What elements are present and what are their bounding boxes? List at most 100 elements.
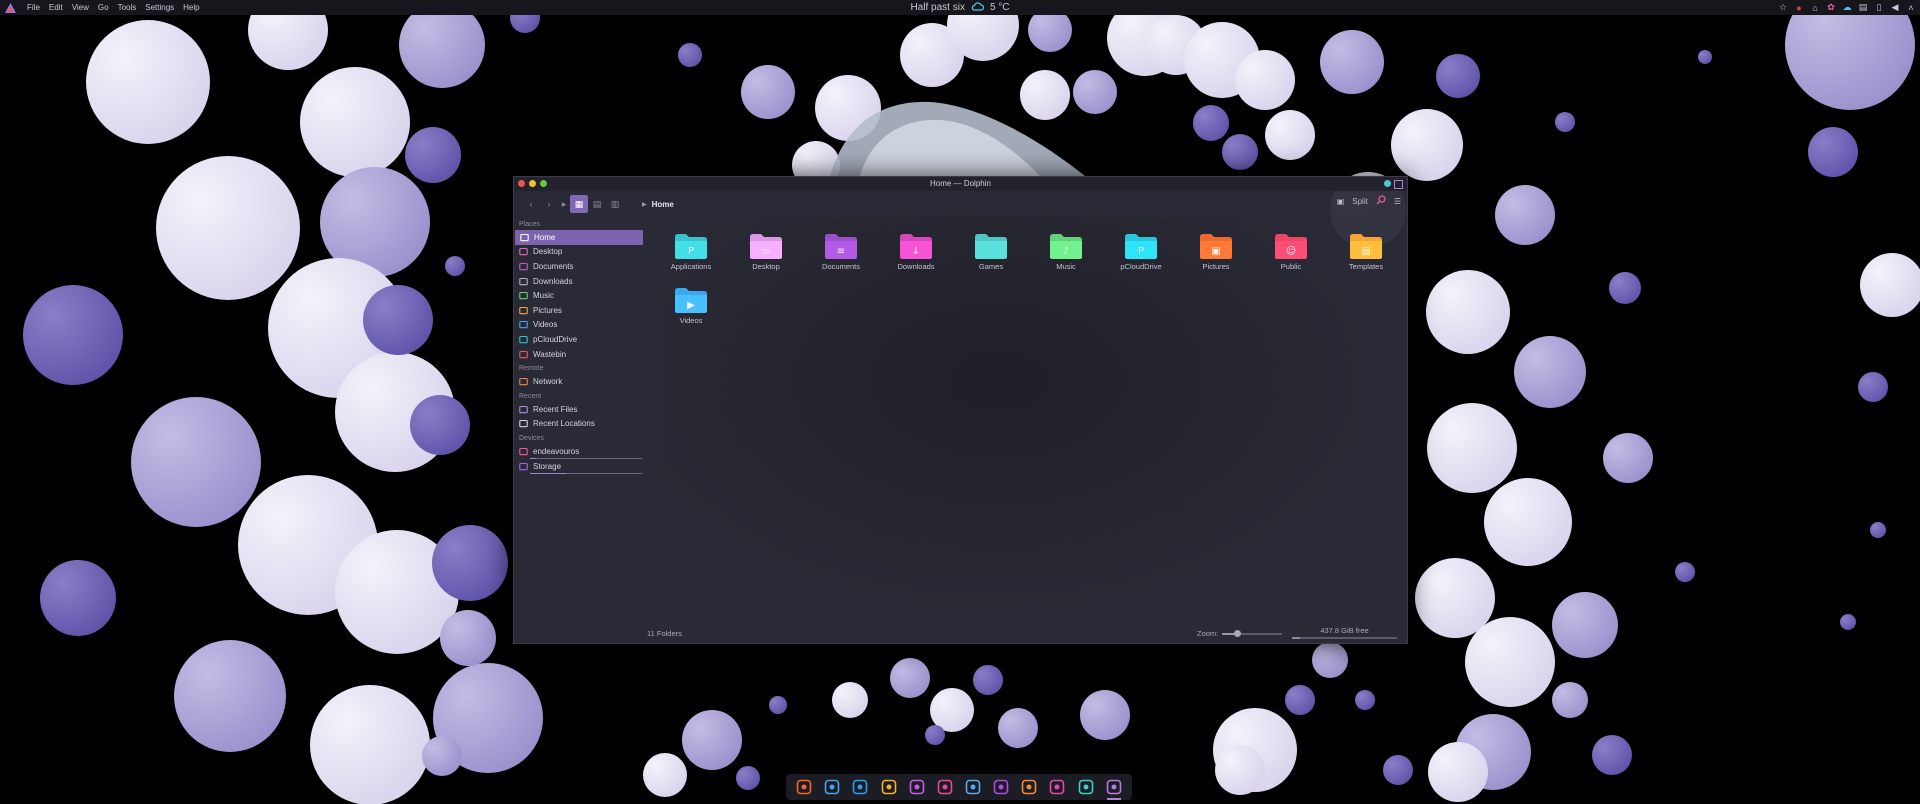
- folder-games-icon: [975, 234, 1007, 259]
- home-icon: [520, 233, 529, 242]
- svg-text:▤: ▤: [1361, 246, 1370, 257]
- battery-icon[interactable]: ▯: [1874, 2, 1884, 13]
- shield-icon[interactable]: [963, 777, 983, 797]
- video-editor-icon[interactable]: [991, 777, 1011, 797]
- drive-icon: [519, 447, 528, 456]
- videos-icon: [519, 320, 528, 329]
- folder-applications[interactable]: P Applications: [657, 232, 725, 271]
- sidebar-item-home[interactable]: Home: [515, 230, 643, 245]
- sidebar-item-pclouddrive[interactable]: pCloudDrive: [514, 332, 645, 347]
- keep-above-button[interactable]: [1384, 180, 1391, 187]
- folder-templates[interactable]: ▤ Templates: [1332, 232, 1400, 271]
- sidebar-item-desktop[interactable]: Desktop: [514, 245, 645, 260]
- sidebar-item-label: Documents: [533, 261, 574, 271]
- sidebar-section-remote: Remote: [519, 365, 544, 373]
- menu-go[interactable]: Go: [98, 3, 109, 12]
- compact-view-button[interactable]: ▤: [588, 195, 606, 213]
- preview-toggle-icon[interactable]: ▣: [1337, 197, 1345, 206]
- sidebar-item-label: Desktop: [533, 247, 563, 257]
- folder-games[interactable]: Games: [957, 232, 1025, 271]
- svg-text:≡: ≡: [837, 246, 845, 257]
- menu-file[interactable]: File: [27, 3, 40, 12]
- folder-label: Public: [1280, 262, 1302, 271]
- sidebar-item-pictures[interactable]: Pictures: [514, 303, 645, 318]
- sidebar-item-label: Recent Files: [533, 404, 578, 414]
- folder-desktop[interactable]: ▭ Desktop: [732, 232, 800, 271]
- sidebar-item-endeavouros[interactable]: endeavouros: [514, 444, 645, 459]
- folder-downloads[interactable]: ↓ Downloads: [882, 232, 950, 271]
- weather-temperature[interactable]: 5 °C: [990, 2, 1010, 13]
- firefox-icon[interactable]: [794, 777, 814, 797]
- git-icon[interactable]: [907, 777, 927, 797]
- recent-locations-icon: [519, 419, 528, 428]
- files-icon[interactable]: [1104, 777, 1124, 800]
- folder-pictures[interactable]: ▣ Pictures: [1182, 232, 1250, 271]
- settings-icon[interactable]: [1076, 777, 1096, 797]
- update-icon[interactable]: ⌂: [1810, 3, 1820, 13]
- folder-documents[interactable]: ≡ Documents: [807, 232, 875, 271]
- zoom-slider-handle[interactable]: [1234, 629, 1242, 637]
- icons-view-button[interactable]: ▦: [570, 195, 588, 213]
- menu-settings[interactable]: Settings: [145, 3, 174, 12]
- sidebar-item-recent-locations[interactable]: Recent Locations: [514, 417, 645, 432]
- clipboard-icon[interactable]: ▤: [1858, 2, 1868, 13]
- folder-downloads-icon: ↓: [900, 234, 932, 259]
- sidebar-item-label: Storage: [533, 462, 562, 472]
- folder-videos[interactable]: ▶ Videos: [657, 286, 725, 325]
- forward-button[interactable]: ›: [540, 195, 558, 213]
- pictures-icon: [519, 306, 528, 315]
- split-button[interactable]: Split: [1352, 197, 1368, 206]
- free-space-indicator[interactable]: 437.8 GiB free: [1292, 626, 1397, 639]
- pcloud-tray-icon[interactable]: ☁: [1842, 2, 1852, 13]
- documents-icon: [519, 262, 528, 271]
- menu-edit[interactable]: Edit: [49, 3, 63, 12]
- color-picker-icon[interactable]: ✿: [1826, 2, 1836, 13]
- sidebar-item-label: pCloudDrive: [533, 334, 578, 344]
- hamburger-menu-icon[interactable]: ☰: [1394, 197, 1401, 206]
- zoom-slider[interactable]: [1222, 629, 1283, 637]
- folder-label: Downloads: [897, 262, 935, 271]
- pcloud-icon: [519, 335, 528, 344]
- dock: [786, 774, 1132, 800]
- sidebar-item-label: Pictures: [533, 305, 562, 315]
- details-view-button[interactable]: ▥: [606, 195, 624, 213]
- folder-pclouddrive[interactable]: P pCloudDrive: [1107, 232, 1175, 271]
- volume-icon[interactable]: ◀: [1890, 2, 1900, 13]
- sidebar-item-wastebin[interactable]: Wastebin: [514, 347, 645, 362]
- toolbar: ‹ › ▸ ▦ ▤ ▥ ▶ Home ▣ Split ☰: [514, 191, 1407, 217]
- top-panel: File Edit View Go Tools Settings Help Ha…: [0, 0, 1920, 15]
- sidebar-item-storage[interactable]: Storage: [514, 459, 645, 474]
- free-space-text: 437.8 GiB free: [1320, 626, 1369, 635]
- chat-icon[interactable]: [1019, 777, 1039, 797]
- expand-tray-icon[interactable]: ˄: [1906, 3, 1916, 13]
- sidebar-item-network[interactable]: Network: [514, 374, 645, 389]
- window-menu-button[interactable]: [1394, 180, 1403, 189]
- breadcrumb-arrow-icon: ▶: [642, 201, 647, 208]
- menu-view[interactable]: View: [72, 3, 89, 12]
- folder-music[interactable]: ♪ Music: [1032, 232, 1100, 271]
- clock-widget: Half past six 5 °C: [0, 0, 1920, 15]
- sidebar-item-recent-files[interactable]: Recent Files: [514, 402, 645, 417]
- breadcrumb-home[interactable]: Home: [652, 200, 674, 209]
- telegram-icon[interactable]: [850, 777, 870, 797]
- up-button[interactable]: ▸: [558, 195, 570, 213]
- alert-icon[interactable]: ●: [1794, 3, 1804, 13]
- menu-help[interactable]: Help: [183, 3, 199, 12]
- mail-icon[interactable]: [822, 777, 842, 797]
- window-titlebar[interactable]: Home — Dolphin: [514, 177, 1407, 191]
- code-editor-icon[interactable]: [879, 777, 899, 797]
- clock-text[interactable]: Half past six: [910, 2, 964, 13]
- sidebar-item-music[interactable]: Music: [514, 288, 645, 303]
- notification-icon[interactable]: ☆: [1778, 2, 1788, 13]
- menu-tools[interactable]: Tools: [118, 3, 137, 12]
- svg-text:▭: ▭: [761, 246, 770, 257]
- sidebar-item-videos[interactable]: Videos: [514, 318, 645, 333]
- screenshot-icon[interactable]: [1047, 777, 1067, 797]
- back-button[interactable]: ‹: [522, 195, 540, 213]
- vector-icon[interactable]: [935, 777, 955, 797]
- sidebar-item-downloads[interactable]: Downloads: [514, 274, 645, 289]
- sidebar-item-documents[interactable]: Documents: [514, 259, 645, 274]
- folder-public[interactable]: ☺ Public: [1257, 232, 1325, 271]
- endeavouros-logo-icon[interactable]: [3, 1, 17, 15]
- search-icon[interactable]: [1376, 195, 1386, 207]
